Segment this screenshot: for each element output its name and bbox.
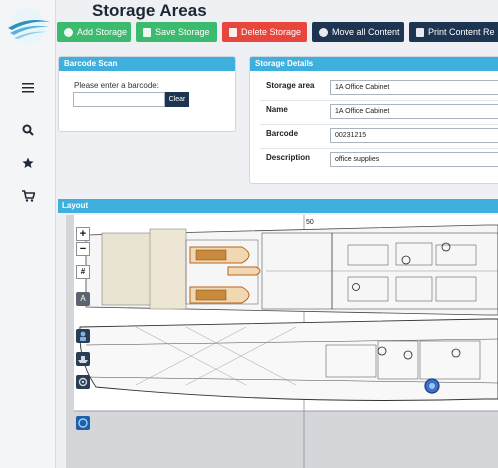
ship-icon bbox=[78, 356, 88, 363]
marker-icon bbox=[78, 377, 88, 387]
barcode-label: Barcode bbox=[266, 129, 299, 138]
save-icon bbox=[143, 27, 151, 37]
zoom-in-button[interactable]: + bbox=[76, 227, 90, 241]
delete-storage-button[interactable]: Delete Storage bbox=[222, 22, 307, 42]
storage-area-select[interactable]: 1A Office Cabinet bbox=[330, 80, 498, 95]
barcode-scan-header: Barcode Scan bbox=[59, 57, 235, 71]
row-divider bbox=[260, 124, 498, 125]
print-content-label: Print Content Re bbox=[428, 27, 495, 37]
ship-marker-tool[interactable] bbox=[76, 352, 90, 366]
row-divider bbox=[260, 148, 498, 149]
description-label: Description bbox=[266, 153, 311, 162]
arrow-circle-icon bbox=[319, 27, 328, 37]
search-icon[interactable] bbox=[18, 120, 38, 140]
add-storage-button[interactable]: Add Storage bbox=[57, 22, 131, 42]
target-icon bbox=[78, 418, 88, 428]
person-marker-tool[interactable] bbox=[76, 329, 90, 343]
print-content-button[interactable]: Print Content Re bbox=[409, 22, 498, 42]
page-title: Storage Areas bbox=[92, 1, 207, 20]
storage-details-header: Storage Details bbox=[250, 57, 498, 71]
deck-plan-canvas[interactable]: 50 + − # A bbox=[66, 215, 498, 468]
frame-number-label: 50 bbox=[306, 219, 314, 226]
storage-area-label: Storage area bbox=[266, 81, 315, 90]
grid-toggle-button[interactable]: # bbox=[76, 265, 90, 279]
add-storage-label: Add Storage bbox=[77, 27, 128, 37]
plus-circle-icon bbox=[64, 27, 73, 37]
row-divider bbox=[260, 100, 498, 101]
description-field[interactable]: office supplies bbox=[330, 152, 498, 167]
sidebar bbox=[0, 0, 56, 468]
save-storage-label: Save Storage bbox=[155, 27, 210, 37]
yacht-logo bbox=[8, 8, 50, 44]
cabin-marker-tool[interactable] bbox=[76, 375, 90, 389]
storage-details-panel: Storage Details Storage area 1A Office C… bbox=[249, 56, 498, 184]
text-tool-button[interactable]: A bbox=[76, 292, 90, 306]
clear-button[interactable]: Clear bbox=[165, 92, 189, 107]
cart-icon[interactable] bbox=[18, 186, 38, 206]
deck-plan-drawing bbox=[74, 215, 498, 468]
barcode-input[interactable] bbox=[73, 92, 165, 107]
name-field[interactable]: 1A Office Cabinet bbox=[330, 104, 498, 119]
storage-marker-tool[interactable] bbox=[76, 416, 90, 430]
person-icon bbox=[80, 331, 86, 341]
trash-icon bbox=[229, 27, 237, 37]
move-all-content-button[interactable]: Move all Content bbox=[312, 22, 404, 42]
layout-header: Layout bbox=[58, 199, 498, 213]
save-storage-button[interactable]: Save Storage bbox=[136, 22, 217, 42]
name-label: Name bbox=[266, 105, 288, 114]
barcode-prompt: Please enter a barcode: bbox=[74, 81, 159, 90]
printer-icon bbox=[416, 27, 424, 37]
move-all-content-label: Move all Content bbox=[332, 27, 400, 37]
barcode-field[interactable]: 00231215 bbox=[330, 128, 498, 143]
zoom-out-button[interactable]: − bbox=[76, 242, 90, 256]
star-icon[interactable] bbox=[18, 153, 38, 173]
menu-icon[interactable] bbox=[18, 78, 38, 98]
delete-storage-label: Delete Storage bbox=[241, 27, 302, 37]
barcode-scan-panel: Barcode Scan Please enter a barcode: Cle… bbox=[58, 56, 236, 132]
